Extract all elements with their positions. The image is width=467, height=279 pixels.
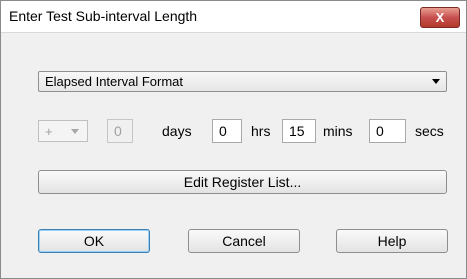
format-dropdown-value: Elapsed Interval Format xyxy=(45,74,184,89)
window-title: Enter Test Sub-interval Length xyxy=(9,8,198,24)
seconds-input[interactable]: 0 xyxy=(369,119,406,143)
title-bar: Enter Test Sub-interval Length X xyxy=(1,1,466,33)
dialog-body: Elapsed Interval Format + 0 days 0 hrs 1… xyxy=(1,33,466,278)
close-icon: X xyxy=(435,10,445,25)
minutes-label: mins xyxy=(323,123,353,139)
sign-select[interactable]: + xyxy=(38,120,88,142)
minutes-input[interactable]: 15 xyxy=(282,119,316,143)
edit-register-list-button[interactable]: Edit Register List... xyxy=(38,170,447,194)
chevron-down-icon xyxy=(71,129,79,134)
hours-input[interactable]: 0 xyxy=(212,119,242,143)
help-button[interactable]: Help xyxy=(336,229,448,253)
hours-label: hrs xyxy=(251,123,271,139)
format-dropdown[interactable]: Elapsed Interval Format xyxy=(38,71,447,92)
days-input[interactable]: 0 xyxy=(107,119,133,143)
sign-select-value: + xyxy=(45,124,53,139)
seconds-label: secs xyxy=(415,123,444,139)
chevron-down-icon xyxy=(432,79,440,84)
dialog-window: Enter Test Sub-interval Length X Elapsed… xyxy=(0,0,467,279)
ok-button[interactable]: OK xyxy=(38,229,150,253)
days-label: days xyxy=(162,123,192,139)
close-button[interactable]: X xyxy=(420,7,460,28)
cancel-button[interactable]: Cancel xyxy=(188,229,300,253)
